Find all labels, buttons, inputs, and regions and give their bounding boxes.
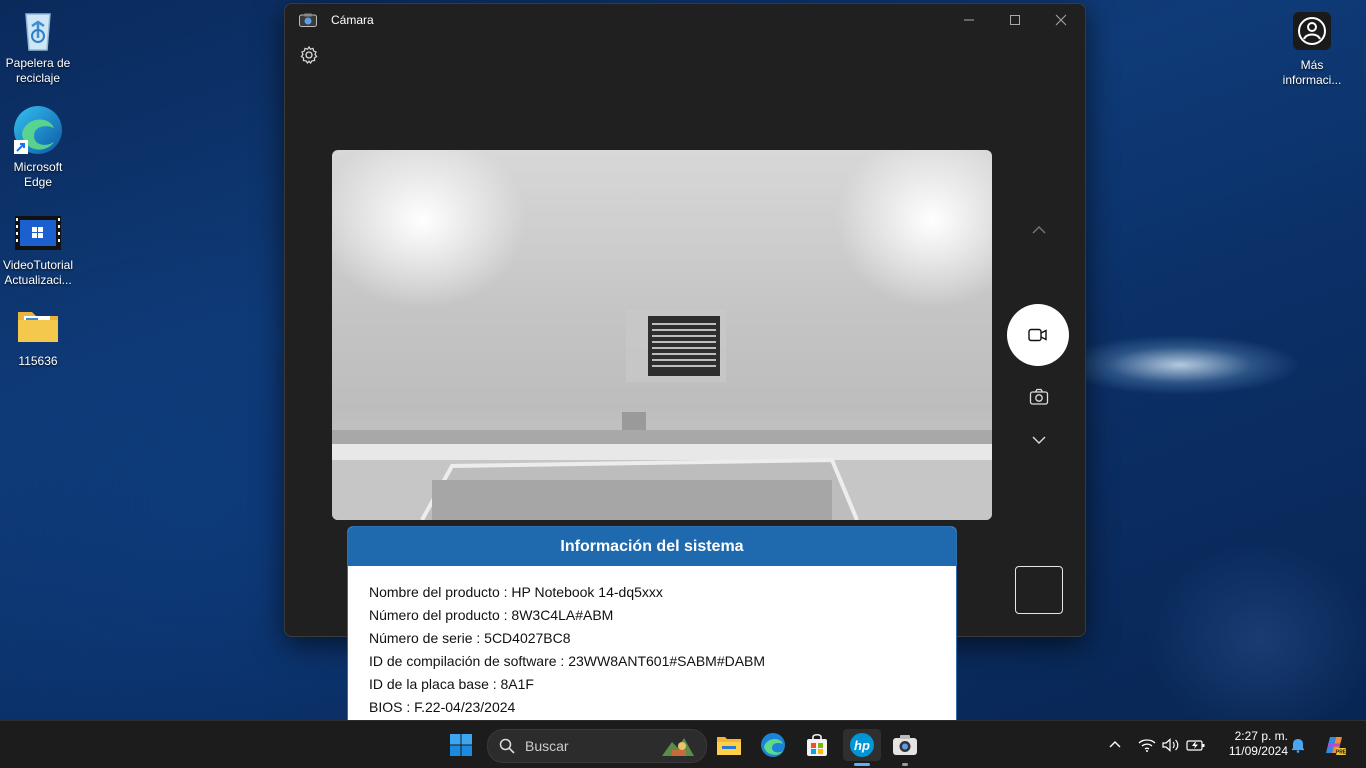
volume-icon — [1162, 738, 1179, 752]
system-info-row: BIOS : F.22-04/23/2024 — [369, 699, 516, 715]
camera-taskbar-button[interactable] — [889, 729, 921, 761]
desktop-icon-recycle-bin[interactable]: Papelera de reciclaje — [0, 8, 76, 86]
clock-time: 2:27 p. m. — [1234, 729, 1288, 743]
system-info-title: Información del sistema — [348, 527, 956, 566]
desktop-icon-videotutorial[interactable]: VideoTutorial Actualizaci... — [0, 216, 76, 288]
gear-icon — [300, 45, 318, 64]
desktop-icon-label: Más informaci... — [1282, 58, 1342, 87]
clock[interactable]: 2:27 p. m. 11/09/2024 — [1216, 729, 1288, 759]
scroll-mode-down[interactable] — [1029, 430, 1049, 450]
store-button[interactable] — [801, 729, 833, 761]
battery-icon — [1186, 740, 1205, 751]
system-info-row: Nombre del producto : HP Notebook 14-dq5… — [369, 584, 663, 600]
start-icon — [450, 734, 472, 756]
close-icon — [1055, 14, 1067, 26]
search-highlight-icon — [658, 734, 698, 761]
camera-preview — [332, 150, 992, 520]
taskbar: Buscar hp 2:27 p. m. 11/09/2024 PRE — [0, 720, 1366, 768]
camera-app-icon — [299, 13, 317, 27]
settings-button[interactable] — [299, 45, 319, 65]
svg-text:PRE: PRE — [1336, 750, 1346, 756]
taskbar-search[interactable]: Buscar — [487, 729, 707, 763]
gallery-thumbnail[interactable] — [1015, 566, 1063, 614]
store-icon — [807, 733, 827, 756]
photo-mode-button[interactable] — [1029, 388, 1049, 406]
system-info-row: Número de serie : 5CD4027BC8 — [369, 630, 571, 646]
video-camera-icon — [1028, 328, 1047, 342]
close-button[interactable] — [1038, 4, 1084, 36]
video-mode-button[interactable] — [1007, 304, 1069, 366]
learn-more-icon — [1293, 12, 1331, 50]
desktop-icon-learn-more[interactable]: Más informaci... — [1274, 12, 1350, 88]
desktop-icon-label: Papelera de reciclaje — [5, 56, 71, 85]
chevron-up-icon — [1032, 226, 1046, 234]
copilot-icon: PRE — [1326, 737, 1346, 756]
network-button[interactable] — [1138, 721, 1156, 768]
edge-taskbar-button[interactable] — [757, 729, 789, 761]
recycle-bin-icon — [16, 8, 60, 52]
chevron-up-icon — [1109, 741, 1121, 748]
desktop-icon-label: Microsoft Edge — [13, 160, 63, 189]
svg-text:hp: hp — [854, 738, 870, 753]
chevron-down-icon — [1032, 436, 1046, 444]
notifications-button[interactable] — [1290, 721, 1306, 768]
desktop-icon-label: VideoTutorial Actualizaci... — [2, 258, 74, 287]
photo-camera-icon — [1029, 388, 1049, 405]
system-info-row: ID de la placa base : 8A1F — [369, 676, 534, 692]
system-info-row: ID de compilación de software : 23WW8ANT… — [369, 653, 766, 669]
camera-open-indicator — [902, 763, 908, 766]
edge-icon — [761, 733, 785, 757]
wifi-icon — [1138, 739, 1156, 752]
hp-app-button[interactable]: hp — [843, 729, 881, 761]
search-placeholder: Buscar — [525, 738, 569, 754]
maximize-icon — [1010, 15, 1020, 25]
camera-icon — [893, 735, 917, 755]
desktop-icon-edge[interactable]: Microsoft Edge — [0, 104, 76, 190]
minimize-button[interactable] — [946, 4, 992, 36]
video-file-icon — [15, 216, 61, 250]
maximize-button[interactable] — [992, 4, 1038, 36]
scroll-mode-up[interactable] — [1029, 220, 1049, 240]
file-explorer-icon — [717, 737, 741, 755]
desktop-icon-label: 115636 — [18, 354, 58, 368]
folder-icon — [16, 306, 60, 350]
battery-button[interactable] — [1186, 721, 1206, 768]
clock-date: 11/09/2024 — [1228, 744, 1288, 758]
volume-button[interactable] — [1162, 721, 1180, 768]
copilot-button[interactable]: PRE — [1322, 721, 1346, 768]
bell-icon — [1292, 739, 1304, 753]
system-info-panel: Información del sistema Nombre del produ… — [347, 526, 957, 722]
window-title: Cámara — [331, 13, 374, 27]
edge-icon — [12, 104, 64, 156]
file-explorer-button[interactable] — [713, 729, 745, 761]
system-info-row: Número del producto : 8W3C4LA#ABM — [369, 607, 614, 623]
show-hidden-icons-button[interactable] — [1108, 721, 1124, 768]
search-icon — [499, 738, 515, 754]
hp-app-active-indicator — [854, 763, 870, 766]
minimize-icon — [964, 19, 974, 21]
hp-icon: hp — [850, 733, 874, 757]
camera-preview-image — [332, 310, 992, 520]
start-button[interactable] — [445, 729, 477, 761]
desktop-icon-folder[interactable]: 115636 — [0, 306, 76, 369]
